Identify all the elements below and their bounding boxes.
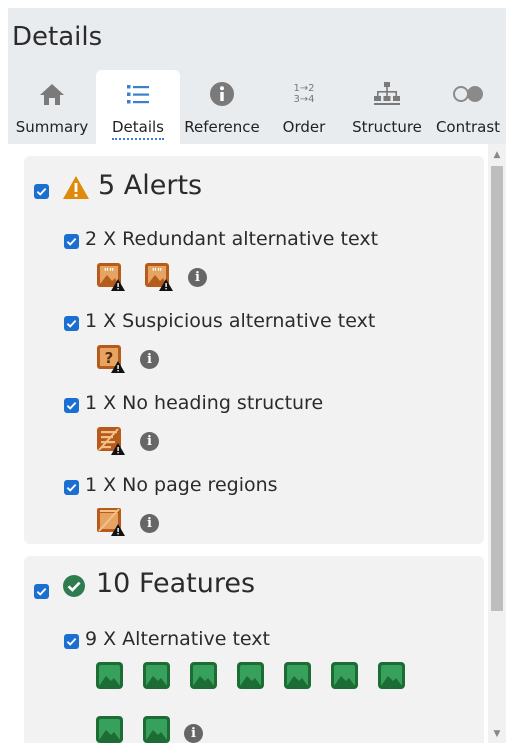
check-circle-icon (62, 574, 86, 598)
scroll-up-icon[interactable]: ▲ (488, 146, 506, 164)
svg-text:?: ? (105, 349, 114, 367)
no-heading-icon[interactable] (96, 426, 125, 455)
tab-contrast-label: Contrast (435, 118, 501, 136)
alt-text-icon[interactable] (143, 662, 170, 689)
alt-text-icon[interactable] (96, 716, 123, 743)
info-icon[interactable]: i (140, 350, 159, 369)
feature-alt-text-label: 9 X Alternative text (85, 628, 270, 650)
alert-no-heading-label: 1 X No heading structure (85, 392, 324, 414)
info-icon[interactable]: i (184, 724, 203, 743)
alerts-card: 5 Alerts 2 X Redundant alternative text … (24, 156, 484, 544)
redundant-alt-icon[interactable]: "" (144, 262, 173, 291)
features-checkbox[interactable] (34, 584, 49, 599)
order-icon-bottom: 3→4 (293, 94, 315, 105)
info-icon[interactable]: i (188, 268, 207, 287)
tab-summary[interactable]: Summary (8, 70, 96, 144)
tab-summary-label: Summary (15, 118, 89, 136)
alt-text-icon[interactable] (378, 662, 405, 689)
list-icon (96, 80, 180, 108)
tab-contrast[interactable]: Contrast (430, 70, 506, 144)
warning-icon (62, 175, 90, 201)
panel-header: Details (8, 8, 506, 70)
home-icon (8, 80, 96, 108)
tab-structure-label: Structure (352, 118, 422, 136)
order-icon-top: 1→2 (293, 83, 315, 94)
alt-text-icon[interactable] (237, 662, 264, 689)
scroll-down-icon[interactable]: ▼ (488, 725, 506, 743)
alt-text-icon[interactable] (190, 662, 217, 689)
suspicious-alt-icon[interactable]: ? (96, 344, 125, 373)
alert-no-regions-label: 1 X No page regions (85, 474, 278, 496)
features-card: 10 Features 9 X Alternative text i (24, 556, 484, 743)
alerts-heading: 5 Alerts (98, 170, 203, 201)
svg-text:"": "" (104, 267, 114, 278)
svg-text:"": "" (152, 267, 162, 278)
details-content: 5 Alerts 2 X Redundant alternative text … (8, 144, 488, 743)
alerts-checkbox[interactable] (34, 184, 49, 199)
feature-alt-text-checkbox[interactable] (64, 634, 79, 649)
scrollbar[interactable]: ▲ ▼ (488, 144, 506, 743)
tab-details[interactable]: Details (96, 70, 180, 144)
contrast-icon (430, 80, 506, 108)
tab-details-label: Details (96, 118, 180, 140)
tab-order-label: Order (282, 118, 326, 136)
tab-structure[interactable]: Structure (344, 70, 430, 144)
alert-redundant-alt-checkbox[interactable] (64, 234, 79, 249)
info-icon[interactable]: i (140, 432, 159, 451)
features-heading: 10 Features (96, 568, 256, 599)
no-regions-icon[interactable] (96, 507, 125, 536)
scroll-thumb[interactable] (491, 166, 503, 611)
alt-text-icon[interactable] (284, 662, 311, 689)
alt-text-icon[interactable] (96, 662, 123, 689)
alert-suspicious-alt-label: 1 X Suspicious alternative text (85, 310, 376, 332)
alert-redundant-alt-label: 2 X Redundant alternative text (85, 228, 379, 250)
redundant-alt-icon[interactable]: "" (96, 262, 125, 291)
info-icon[interactable]: i (140, 514, 159, 533)
tab-order[interactable]: 1→2 3→4 Order (264, 70, 344, 144)
order-icon: 1→2 3→4 (264, 80, 344, 108)
alert-suspicious-alt-checkbox[interactable] (64, 316, 79, 331)
structure-icon (344, 80, 430, 108)
alt-text-icon[interactable] (331, 662, 358, 689)
alt-text-icon[interactable] (143, 716, 170, 743)
tab-reference[interactable]: Reference (180, 70, 264, 144)
alert-no-regions-checkbox[interactable] (64, 480, 79, 495)
alert-no-heading-checkbox[interactable] (64, 398, 79, 413)
panel-left-edge (0, 0, 8, 743)
panel-title: Details (12, 22, 103, 52)
tab-bar: Summary Details Reference 1→2 3→4 Order … (8, 70, 506, 144)
wave-panel: Details Summary Details Reference 1→2 3→… (0, 0, 506, 743)
tab-reference-label: Reference (184, 118, 260, 136)
info-circle-icon (180, 80, 264, 108)
